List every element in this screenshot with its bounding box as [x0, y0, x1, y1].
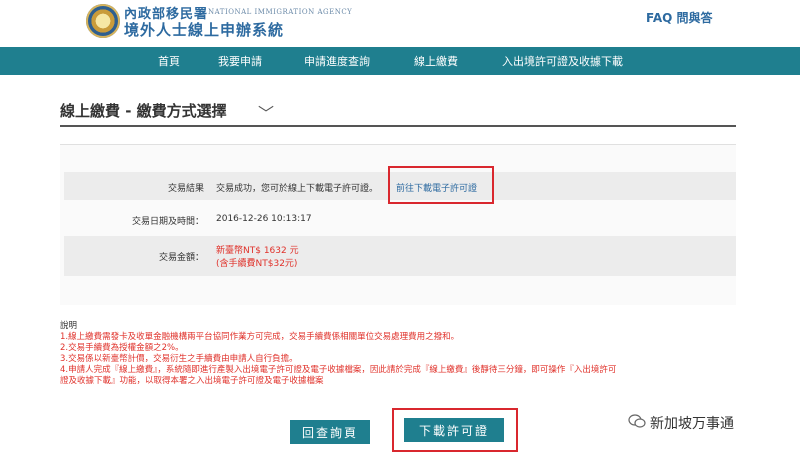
date-label: 交易日期及時間： — [131, 217, 204, 227]
chevron-down-icon[interactable]: ﹀ — [258, 100, 274, 124]
notes-heading: 說明 — [60, 321, 78, 331]
amount-row: 交易金額： 新臺幣NT$ 1632 元 (含手續費NT$32元) — [64, 236, 736, 276]
nav-item-status[interactable]: 申請進度查詢 — [304, 53, 370, 69]
main-nav: 首頁 我要申請 申請進度查詢 線上繳費 入出境許可證及收據下載 — [0, 47, 800, 75]
result-text: 交易成功，您可於線上下載電子許可證。 — [216, 184, 379, 194]
agency-name-en: NATIONAL IMMIGRATION AGENCY — [208, 8, 353, 16]
amount-value: 新臺幣NT$ 1632 元 — [216, 246, 299, 256]
nav-item-download[interactable]: 入出境許可證及收據下載 — [502, 53, 623, 69]
site-header: 內政部移民署 NATIONAL IMMIGRATION AGENCY 境外人士線… — [0, 0, 800, 44]
button-highlight-box — [392, 408, 518, 452]
note-item: 1.線上繳費需發卡及收單金融機構兩平台協同作業方可完成，交易手續費係相關單位交易… — [60, 332, 460, 342]
amount-label: 交易金額： — [158, 253, 204, 263]
result-label: 交易結果 — [167, 184, 204, 194]
system-title: 境外人士線上申辦系統 — [124, 21, 285, 39]
watermark-text: 新加坡万事通 — [650, 416, 734, 432]
notes-section: 說明 1.線上繳費需發卡及收單金融機構兩平台協同作業方可完成，交易手續費係相關單… — [60, 321, 760, 387]
fee-note: (含手續費NT$32元) — [216, 259, 298, 269]
agency-seal-icon — [86, 4, 120, 38]
date-value: 2016-12-26 10:13:17 — [216, 214, 312, 224]
nav-item-apply[interactable]: 我要申請 — [218, 53, 262, 69]
nav-item-payment[interactable]: 線上繳費 — [414, 53, 458, 69]
nav-item-home[interactable]: 首頁 — [158, 53, 180, 69]
page-title: 線上繳費 - 繳費方式選擇 — [60, 102, 227, 120]
note-item: 4.申請人完成『線上繳費』，系統隨即進行產製入出境電子許可證及電子收據檔案，因此… — [60, 365, 617, 375]
note-item: 證及收據下載』功能，以取得本署之入出境電子許可證及電子收據檔案 — [60, 376, 324, 386]
date-row: 交易日期及時間： 2016-12-26 10:13:17 — [64, 205, 736, 233]
faq-link[interactable]: FAQ 問與答 — [646, 9, 713, 26]
link-highlight-box — [388, 166, 494, 204]
wechat-icon — [628, 414, 646, 428]
back-to-query-button[interactable]: 回查詢頁 — [290, 420, 370, 444]
note-item: 2.交易手續費為授權金額之2%。 — [60, 343, 184, 353]
note-item: 3.交易係以新臺幣計價，交易衍生之手續費由申請人自行負擔。 — [60, 354, 298, 364]
title-divider — [60, 125, 736, 127]
